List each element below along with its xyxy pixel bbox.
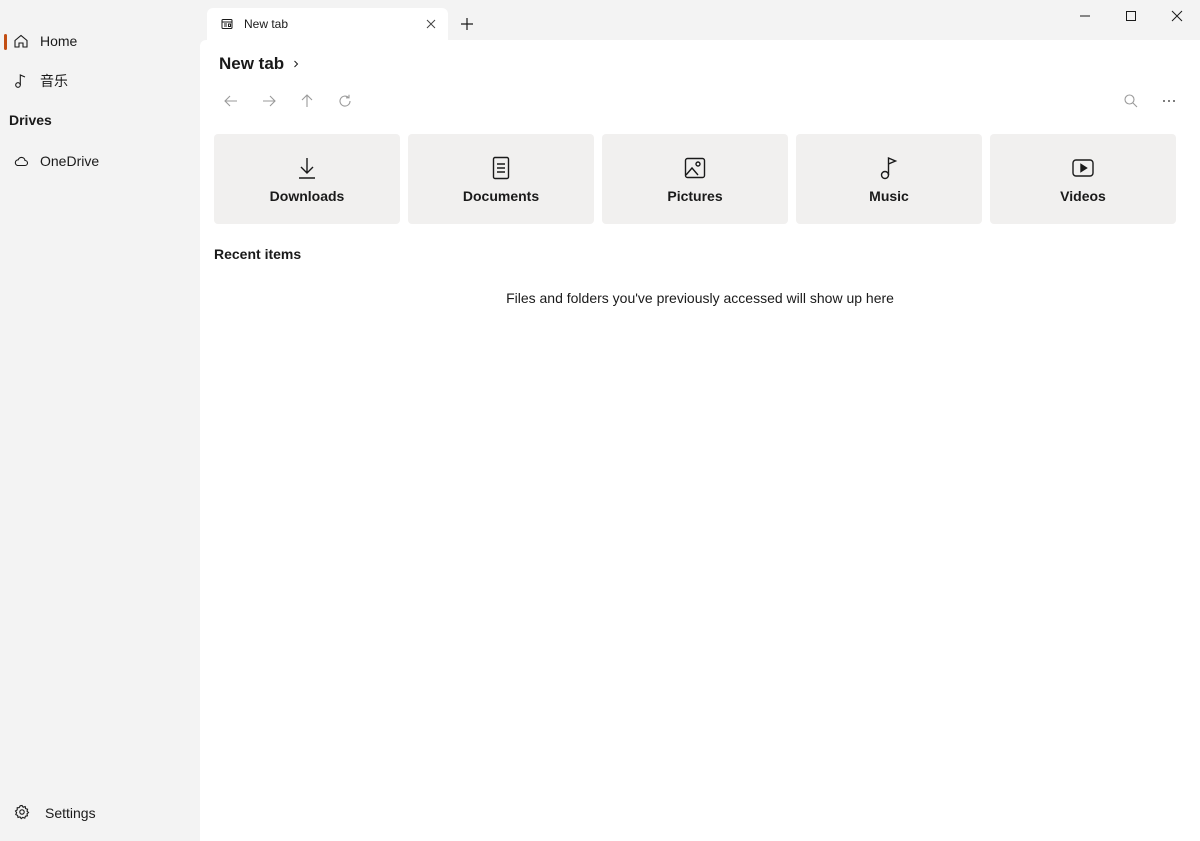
settings-button[interactable]: Settings [14, 796, 96, 830]
arrow-up-icon [301, 94, 313, 107]
arrow-left-icon [224, 95, 237, 107]
card-label: Downloads [269, 187, 345, 204]
recent-items-empty-message: Files and folders you've previously acce… [506, 290, 894, 306]
tab-new-tab[interactable]: New tab [207, 8, 448, 40]
music-icon [876, 155, 902, 181]
recent-items-heading: Recent items [214, 246, 302, 262]
maximize-icon [1126, 11, 1136, 21]
main-content: New tab Downloads Documents Pictures Mus… [200, 40, 1200, 841]
sidebar-item-label: Home [40, 33, 78, 49]
music-note-icon [12, 72, 30, 90]
sidebar-item-label: 音乐 [40, 73, 68, 89]
videos-card[interactable]: Videos [990, 134, 1176, 224]
refresh-button[interactable] [334, 90, 356, 112]
home-icon [12, 32, 30, 50]
sidebar: Home 音乐 Drives OneDrive Settings [0, 0, 200, 841]
gear-icon [14, 804, 32, 822]
forward-button[interactable] [258, 90, 280, 112]
drives-section-label: Drives [9, 112, 52, 128]
close-window-button[interactable] [1154, 0, 1200, 32]
chevron-right-icon[interactable] [292, 59, 300, 69]
search-button[interactable] [1120, 90, 1142, 112]
tab-label: New tab [244, 17, 289, 31]
close-tab-icon[interactable] [424, 17, 438, 31]
title-bar: New tab [200, 0, 1200, 40]
picture-icon [682, 155, 708, 181]
downloads-card[interactable]: Downloads [214, 134, 400, 224]
quick-access-cards: Downloads Documents Pictures Music Video… [214, 134, 1176, 224]
more-icon [1163, 100, 1175, 102]
more-options-button[interactable] [1158, 90, 1180, 112]
card-label: Videos [1060, 187, 1106, 204]
search-icon [1124, 94, 1138, 108]
music-card[interactable]: Music [796, 134, 982, 224]
card-label: Documents [462, 187, 540, 204]
pictures-card[interactable]: Pictures [602, 134, 788, 224]
sidebar-item-label: OneDrive [40, 153, 100, 169]
sidebar-item-onedrive[interactable]: OneDrive [4, 144, 196, 178]
cloud-icon [12, 152, 30, 170]
card-label: Music [869, 187, 909, 204]
tab-page-icon [221, 18, 233, 30]
maximize-button[interactable] [1108, 0, 1154, 32]
sidebar-item-home[interactable]: Home [4, 24, 196, 58]
close-icon [1171, 10, 1183, 22]
arrow-right-icon [263, 95, 276, 107]
add-tab-icon[interactable] [458, 15, 476, 33]
back-button[interactable] [220, 90, 242, 112]
minimize-button[interactable] [1062, 0, 1108, 32]
minimize-icon [1080, 15, 1090, 17]
sidebar-item-music-folder[interactable]: 音乐 [4, 64, 196, 98]
video-icon [1070, 155, 1096, 181]
breadcrumb-item[interactable]: New tab [219, 54, 284, 74]
card-label: Pictures [667, 187, 723, 204]
settings-label: Settings [45, 805, 96, 821]
breadcrumb: New tab [219, 54, 300, 74]
download-icon [294, 155, 320, 181]
up-button[interactable] [296, 90, 318, 112]
refresh-icon [339, 94, 351, 107]
documents-card[interactable]: Documents [408, 134, 594, 224]
document-icon [488, 155, 514, 181]
